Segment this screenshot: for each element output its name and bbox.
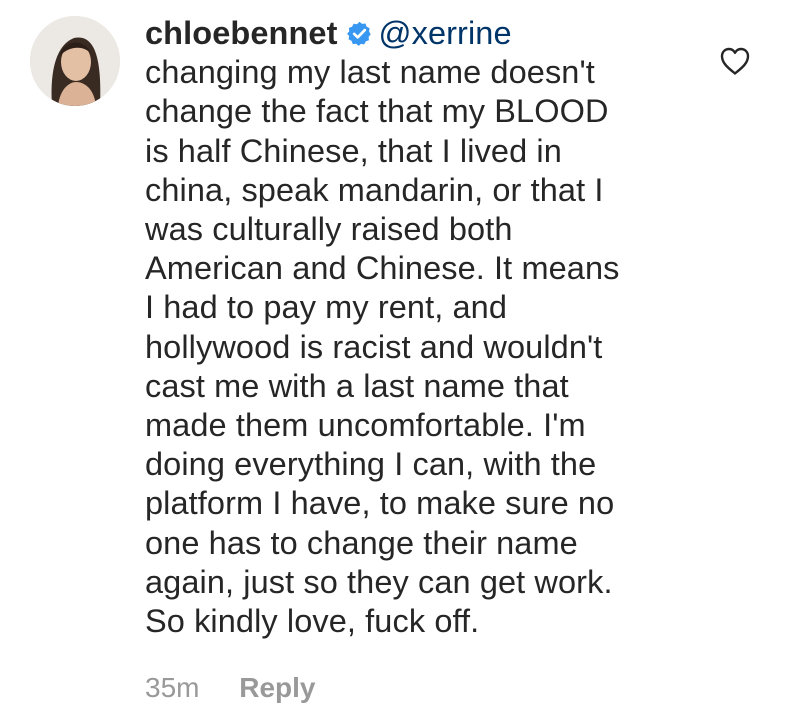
comment-header-line: chloebennet @xerrine	[145, 14, 705, 53]
comment-line: So kindly love, fuck off.	[145, 603, 480, 640]
mention-link[interactable]: @xerrine	[379, 15, 512, 51]
comment-text: chloebennet @xerrine changing my last nam…	[145, 14, 705, 641]
comment-line: china, speak mandarin, or that I	[145, 171, 604, 208]
verified-badge-icon	[346, 20, 373, 47]
comment-line: change the fact that my BLOOD	[145, 93, 609, 130]
comment-body: chloebennet @xerrine changing my last nam…	[145, 14, 705, 641]
avatar[interactable]	[30, 16, 120, 106]
comment-line: again, just so they can get work.	[145, 563, 613, 600]
comment-line: platform I have, to make sure no	[145, 485, 615, 522]
comment-line: doing everything I can, with the	[145, 446, 597, 483]
comment-meta: 35m Reply	[145, 670, 316, 706]
comment-line: one has to change their name	[145, 524, 578, 561]
comment-line: hollywood is racist and wouldn't	[145, 328, 603, 365]
heart-outline-icon[interactable]	[719, 46, 751, 76]
comment-line: is half Chinese, that I lived in	[145, 132, 562, 169]
comment-line: cast me with a last name that	[145, 367, 569, 404]
comment-line: American and Chinese. It means	[145, 250, 620, 287]
comment-line: made them uncomfortable. I'm	[145, 407, 586, 444]
comment-line: changing my last name doesn't	[145, 54, 595, 91]
comment: chloebennet @xerrine changing my last nam…	[0, 0, 800, 720]
avatar-photo	[30, 16, 120, 106]
comment-timestamp: 35m	[145, 672, 200, 703]
comment-line: was culturally raised both	[145, 211, 513, 248]
reply-button[interactable]: Reply	[239, 672, 315, 703]
username-link[interactable]: chloebennet	[145, 15, 338, 51]
comment-line: I had to pay my rent, and	[145, 289, 508, 326]
